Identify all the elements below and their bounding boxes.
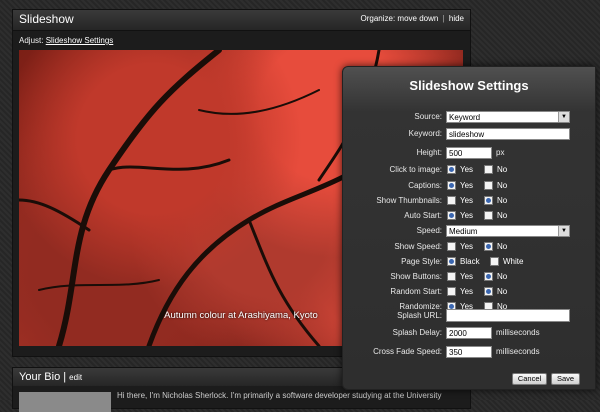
chevron-down-icon[interactable]: ▼ (558, 226, 569, 236)
cross-fade-speed-input[interactable]: 350 (446, 346, 492, 358)
height-unit: px (496, 148, 505, 157)
source-value: Keyword (449, 113, 481, 122)
splash-delay-row: Splash Delay: 2000 milliseconds (343, 327, 595, 341)
cross-fade-speed-row: Cross Fade Speed: 350 milliseconds (343, 346, 595, 360)
adjust-row: Adjust: Slideshow Settings (19, 36, 113, 45)
show-thumbnails-no-label: No (497, 196, 508, 205)
show-thumbnails-yes-radio[interactable] (447, 196, 456, 205)
page-style-black-radio[interactable] (447, 257, 456, 266)
organize-controls: Organize: move down | hide (360, 14, 464, 23)
show-speed-label: Show Speed: (394, 242, 442, 251)
cross-fade-speed-label: Cross Fade Speed: (373, 347, 442, 356)
captions-yes-radio[interactable] (447, 181, 456, 190)
bio-photo (19, 392, 111, 412)
random-start-yes-label: Yes (460, 287, 474, 296)
show-speed-yes-radio[interactable] (447, 242, 456, 251)
keyword-row: Keyword: slideshow (343, 128, 595, 142)
show-buttons-yes-radio[interactable] (447, 272, 456, 281)
cross-fade-speed-unit: milliseconds (496, 347, 540, 356)
show-buttons-row: Show Buttons: Yes No (343, 271, 595, 285)
slideshow-panel-header: Slideshow Organize: move down | hide (13, 10, 470, 31)
auto-start-no-label: No (497, 211, 508, 220)
splash-url-input[interactable] (446, 309, 570, 322)
page-style-row: Page Style: Black White (343, 256, 595, 270)
organize-label: Organize: (360, 14, 396, 23)
hide-link[interactable]: hide (449, 14, 464, 23)
cancel-button[interactable]: Cancel (512, 373, 547, 385)
splash-delay-unit: milliseconds (496, 328, 540, 337)
bio-text: Hi there, I'm Nicholas Sherlock. I'm pri… (117, 391, 442, 400)
show-buttons-yes-label: Yes (460, 272, 474, 281)
click-to-image-row: Click to image: Yes No (343, 164, 595, 178)
page-style-label: Page Style: (401, 257, 442, 266)
bio-panel-title: Your Bio | edit (19, 371, 82, 383)
height-label: Height: (416, 148, 442, 157)
move-down-link[interactable]: move down (397, 14, 438, 23)
source-label: Source: (414, 112, 442, 121)
dialog-title: Slideshow Settings (409, 78, 529, 93)
random-start-label: Random Start: (390, 287, 442, 296)
click-to-image-no-radio[interactable] (484, 165, 493, 174)
captions-no-label: No (497, 181, 508, 190)
bio-separator: | (63, 371, 67, 383)
height-row: Height: 500 px (343, 147, 595, 161)
speed-label: Speed: (416, 226, 442, 235)
auto-start-no-radio[interactable] (484, 211, 493, 220)
page-style-white-label: White (503, 257, 524, 266)
show-thumbnails-yes-label: Yes (460, 196, 474, 205)
slideshow-settings-link[interactable]: Slideshow Settings (46, 36, 114, 45)
captions-row: Captions: Yes No (343, 180, 595, 194)
random-start-no-radio[interactable] (484, 287, 493, 296)
bio-edit-link[interactable]: edit (69, 373, 82, 382)
bio-title-text: Your Bio (19, 371, 61, 383)
click-to-image-label: Click to image: (389, 165, 442, 174)
show-thumbnails-row: Show Thumbnails: Yes No (343, 195, 595, 209)
show-speed-no-radio[interactable] (484, 242, 493, 251)
height-input[interactable]: 500 (446, 147, 492, 159)
auto-start-yes-label: Yes (460, 211, 474, 220)
speed-select[interactable]: Medium ▼ (446, 225, 570, 237)
source-row: Source: Keyword ▼ (343, 111, 595, 125)
page-style-black-label: Black (460, 257, 480, 266)
click-to-image-yes-radio[interactable] (447, 165, 456, 174)
speed-row: Speed: Medium ▼ (343, 225, 595, 239)
splash-url-label: Splash URL: (397, 311, 442, 320)
show-thumbnails-label: Show Thumbnails: (376, 196, 442, 205)
source-select[interactable]: Keyword ▼ (446, 111, 570, 123)
splash-delay-input[interactable]: 2000 (446, 327, 492, 339)
adjust-label: Adjust: (19, 36, 44, 45)
auto-start-row: Auto Start: Yes No (343, 210, 595, 224)
slideshow-settings-dialog: Slideshow Settings Source: Keyword ▼ Key… (342, 66, 596, 390)
captions-no-radio[interactable] (484, 181, 493, 190)
slideshow-panel-title: Slideshow (19, 12, 74, 26)
organize-separator: | (442, 14, 445, 23)
show-buttons-no-radio[interactable] (484, 272, 493, 281)
captions-yes-label: Yes (460, 181, 474, 190)
splash-delay-label: Splash Delay: (392, 328, 442, 337)
keyword-label: Keyword: (408, 129, 442, 138)
speed-value: Medium (449, 227, 478, 236)
auto-start-label: Auto Start: (404, 211, 442, 220)
show-buttons-no-label: No (497, 272, 508, 281)
show-speed-no-label: No (497, 242, 508, 251)
click-to-image-no-label: No (497, 165, 508, 174)
show-thumbnails-no-radio[interactable] (484, 196, 493, 205)
show-speed-yes-label: Yes (460, 242, 474, 251)
chevron-down-icon[interactable]: ▼ (558, 112, 569, 122)
show-buttons-label: Show Buttons: (390, 272, 442, 281)
page-style-white-radio[interactable] (490, 257, 499, 266)
splash-url-row: Splash URL: (343, 309, 595, 323)
save-button[interactable]: Save (551, 373, 580, 385)
captions-label: Captions: (408, 181, 442, 190)
auto-start-yes-radio[interactable] (447, 211, 456, 220)
random-start-no-label: No (497, 287, 508, 296)
click-to-image-yes-label: Yes (460, 165, 474, 174)
random-start-yes-radio[interactable] (447, 287, 456, 296)
show-speed-row: Show Speed: Yes No (343, 241, 595, 255)
random-start-row: Random Start: Yes No (343, 286, 595, 300)
keyword-input[interactable]: slideshow (446, 128, 570, 140)
